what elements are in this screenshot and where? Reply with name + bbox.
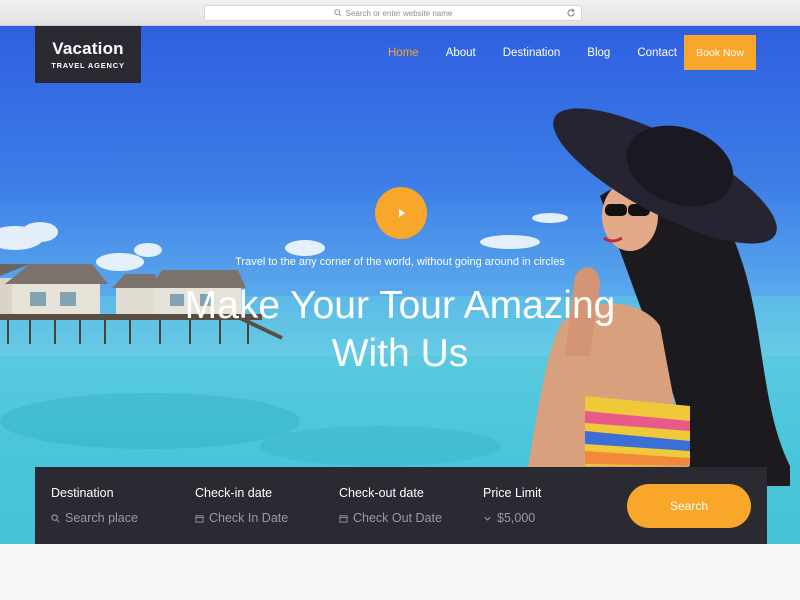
reload-icon[interactable]	[566, 8, 576, 18]
check-in-input[interactable]: Check In Date	[195, 511, 288, 525]
check-in-placeholder: Check In Date	[209, 511, 289, 525]
play-icon	[399, 209, 405, 217]
hero-tagline: Travel to the any corner of the world, w…	[235, 256, 565, 268]
hero-headline-line2: With Us	[331, 332, 469, 375]
booking-search-panel: Destination Search place Check-in date C…	[35, 467, 767, 544]
price-limit-select[interactable]: $5,000	[483, 511, 535, 525]
check-out-field[interactable]: Check-out date Check Out Date	[339, 467, 469, 544]
destination-field[interactable]: Destination Search place	[51, 467, 181, 544]
nav-home[interactable]: Home	[388, 47, 419, 59]
logo[interactable]: Vacation TRAVEL AGENCY	[35, 26, 141, 83]
price-limit-value: $5,000	[497, 511, 536, 525]
price-limit-label: Price Limit	[483, 486, 542, 500]
nav-contact[interactable]: Contact	[637, 47, 677, 59]
check-out-label: Check-out date	[339, 486, 424, 500]
main-nav: Home About Destination Blog Contact	[388, 47, 704, 59]
nav-destination[interactable]: Destination	[503, 47, 561, 59]
check-in-field[interactable]: Check-in date Check In Date	[195, 467, 325, 544]
chevron-down-icon	[484, 516, 491, 521]
nav-blog[interactable]: Blog	[587, 47, 610, 59]
hero-headline: Make Your Tour Amazing With Us	[130, 282, 670, 378]
address-bar[interactable]: Search or enter website name	[204, 5, 582, 21]
destination-label: Destination	[51, 486, 114, 500]
play-video-button[interactable]	[375, 187, 427, 239]
check-in-label: Check-in date	[195, 486, 273, 500]
search-button[interactable]: Search	[627, 484, 751, 528]
hero-headline-line1: Make Your Tour Amazing	[184, 284, 616, 327]
destination-input[interactable]: Search place	[51, 511, 138, 525]
logo-subtitle: TRAVEL AGENCY	[51, 61, 125, 70]
check-out-input[interactable]: Check Out Date	[339, 511, 442, 525]
calendar-icon	[339, 514, 348, 523]
nav-about[interactable]: About	[446, 47, 476, 59]
check-out-placeholder: Check Out Date	[353, 511, 442, 525]
search-icon	[333, 9, 342, 17]
calendar-icon	[195, 514, 204, 523]
browser-toolbar: Search or enter website name	[0, 0, 800, 26]
book-now-button[interactable]: Book Now	[684, 35, 756, 70]
destination-placeholder: Search place	[65, 511, 138, 525]
search-icon	[51, 513, 60, 522]
price-limit-field[interactable]: Price Limit $5,000	[483, 467, 603, 544]
logo-title: Vacation	[52, 39, 124, 58]
address-placeholder: Search or enter website name	[345, 8, 453, 18]
